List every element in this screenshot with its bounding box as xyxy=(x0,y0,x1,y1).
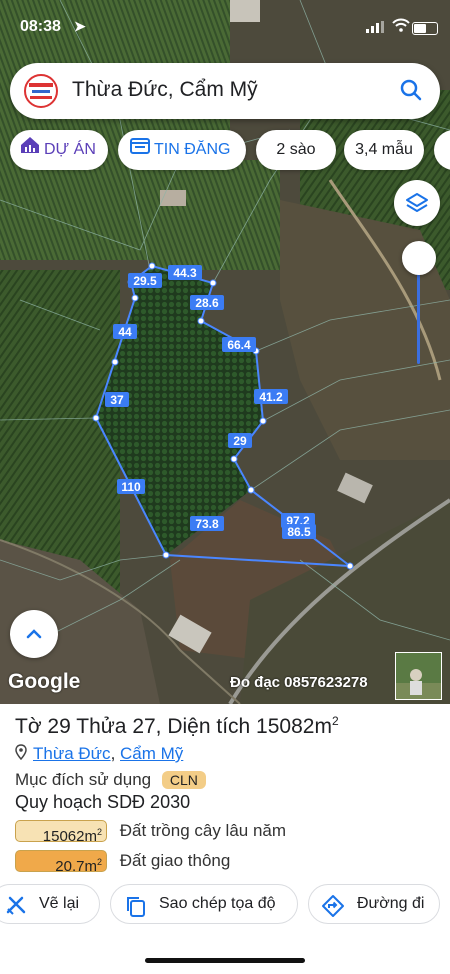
purpose-badge: CLN xyxy=(161,771,206,789)
edge-label: 29 xyxy=(233,434,247,448)
parcel-location: Thừa Đức, Cẩm Mỹ xyxy=(15,744,183,765)
chip-label: TIN ĐĂNG xyxy=(154,141,231,159)
location-link-commune[interactable]: Thừa Đức xyxy=(33,744,111,763)
land-use-purpose: Mục đích sử dụng CLN xyxy=(15,770,206,790)
copy-coordinates-button[interactable]: Sao chép tọa độ xyxy=(110,884,298,924)
battery-icon xyxy=(412,22,438,35)
zone-row: 15062m2 Đất trồng cây lâu năm xyxy=(15,820,287,845)
edge-label: 29.5 xyxy=(133,274,157,288)
search-icon[interactable] xyxy=(400,79,422,106)
zone-label: Đất trồng cây lâu năm xyxy=(119,821,287,840)
directions-icon xyxy=(321,894,345,933)
layers-icon xyxy=(406,193,428,212)
parcel-info-panel: Tờ 29 Thửa 27, Diện tích 15082m2 Thừa Đứ… xyxy=(0,704,450,974)
edge-label: 86.5 xyxy=(287,525,311,539)
expand-panel-button[interactable] xyxy=(10,610,58,658)
opacity-slider-knob[interactable] xyxy=(402,241,436,275)
directions-button[interactable]: Đường đi xyxy=(308,884,440,924)
edge-label: 66.4 xyxy=(227,338,251,352)
parcel-title: Tờ 29 Thửa 27, Diện tích 15082m2 xyxy=(15,714,339,739)
edge-label: 41.2 xyxy=(259,390,283,404)
street-view-thumbnail[interactable] xyxy=(395,652,442,700)
action-label: Sao chép tọa độ xyxy=(159,895,276,912)
chip-label: DỰ ÁN xyxy=(44,141,96,159)
location-arrow-icon: ➤ xyxy=(74,18,86,34)
chip-tin-dang[interactable]: TIN ĐĂNG xyxy=(118,130,246,170)
filter-chips: DỰ ÁN TIN ĐĂNG 2 sào 3,4 mẫu xyxy=(10,130,450,170)
calendar-icon xyxy=(130,130,150,170)
chip-2-sao[interactable]: 2 sào xyxy=(256,130,336,170)
chip-label: 3,4 mẫu xyxy=(355,141,413,158)
layers-button[interactable] xyxy=(394,180,440,226)
zone-row: 20.7m2 Đất giao thông xyxy=(15,850,231,875)
action-bar: Vẽ lại Sao chép tọa độ Đường đi xyxy=(0,884,450,926)
home-indicator xyxy=(145,958,305,963)
zone-area-box: 15062m2 xyxy=(15,820,107,845)
zone-label: Đất giao thông xyxy=(119,851,231,870)
survey-credit: Đo đạc 0857623278 xyxy=(230,674,368,691)
purpose-label: Mục đích sử dụng xyxy=(15,770,152,789)
app-logo xyxy=(24,74,58,108)
search-title: Thừa Đức, Cẩm Mỹ xyxy=(72,78,258,101)
signal-icon xyxy=(366,20,384,38)
search-bar[interactable]: Thừa Đức, Cẩm Mỹ xyxy=(10,63,440,119)
location-link-district[interactable]: Cẩm Mỹ xyxy=(120,744,183,763)
zone-area: 15062m xyxy=(42,828,97,845)
status-time: 08:38 xyxy=(20,18,61,35)
edge-label: 37 xyxy=(110,393,124,407)
chip-label: 2 sào xyxy=(276,141,316,158)
superscript: 2 xyxy=(96,857,102,867)
chip-du-an[interactable]: DỰ ÁN xyxy=(10,130,108,170)
edge-label: 110 xyxy=(121,480,141,494)
chip-more[interactable] xyxy=(434,130,450,170)
chip-3-4-mau[interactable]: 3,4 mẫu xyxy=(344,130,424,170)
zone-area: 20.7m xyxy=(55,858,97,875)
superscript: 2 xyxy=(331,714,339,728)
status-bar: 08:38 ➤ xyxy=(0,0,450,44)
edge-label: 44 xyxy=(118,325,132,339)
zone-area-box: 20.7m2 xyxy=(15,850,107,875)
google-attribution: Google xyxy=(8,670,81,693)
action-label: Đường đi xyxy=(357,895,425,912)
location-pin-icon xyxy=(15,744,27,765)
action-label: Vẽ lại xyxy=(39,895,80,912)
ruler-cross-icon xyxy=(5,894,27,932)
wifi-icon xyxy=(392,18,410,35)
copy-icon xyxy=(125,894,147,932)
parcel-title-text: Tờ 29 Thửa 27, Diện tích 15082m xyxy=(15,715,332,738)
edge-label: 44.3 xyxy=(173,266,197,280)
planning-title: Quy hoạch SDĐ 2030 xyxy=(15,792,191,812)
house-chart-icon xyxy=(20,130,40,170)
edge-label: 28.6 xyxy=(195,296,219,310)
edge-label: 73.8 xyxy=(195,517,219,531)
superscript: 2 xyxy=(96,827,102,837)
redraw-button[interactable]: Vẽ lại xyxy=(0,884,100,924)
chevron-up-icon xyxy=(26,629,42,639)
satellite-map[interactable]: 97.2 29.5 44.3 28.6 44 66.4 37 41.2 29 1… xyxy=(0,0,450,704)
